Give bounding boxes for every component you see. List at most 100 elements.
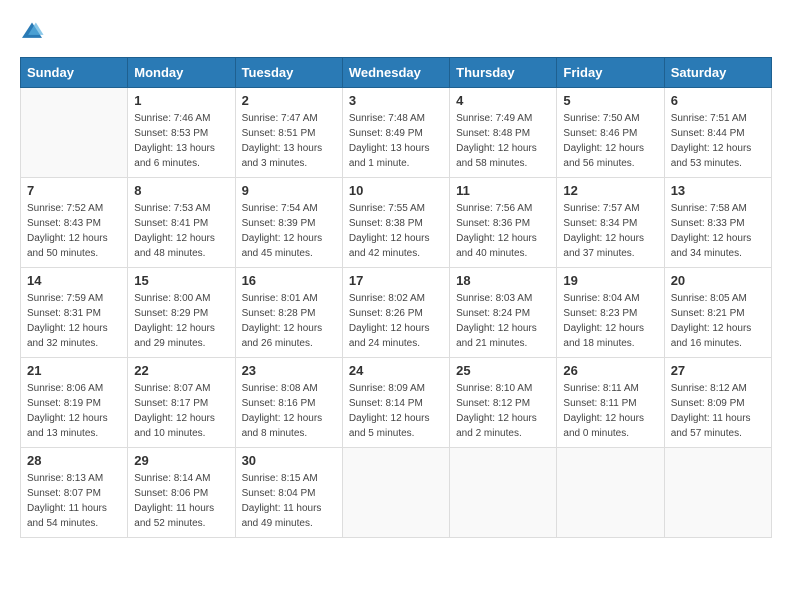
day-info: Sunrise: 7:59 AM Sunset: 8:31 PM Dayligh… bbox=[27, 291, 121, 351]
weekday-header-row: SundayMondayTuesdayWednesdayThursdayFrid… bbox=[21, 58, 772, 88]
day-info: Sunrise: 7:53 AM Sunset: 8:41 PM Dayligh… bbox=[134, 201, 228, 261]
calendar-cell: 23Sunrise: 8:08 AM Sunset: 8:16 PM Dayli… bbox=[235, 358, 342, 448]
calendar-cell: 29 Sunrise: 8:14 AM Sunset: 8:06 PM Dayli… bbox=[128, 448, 235, 538]
day-info: Sunrise: 8:13 AM Sunset: 8:07 PM Dayligh… bbox=[27, 471, 121, 531]
day-number: 17 bbox=[349, 273, 443, 288]
day-info: Sunrise: 8:15 AM Sunset: 8:04 PM Dayligh… bbox=[242, 471, 336, 531]
day-number: 25 bbox=[456, 363, 550, 378]
day-info: Sunrise: 8:02 AM Sunset: 8:26 PM Dayligh… bbox=[349, 291, 443, 351]
calendar-cell: 11 Sunrise: 7:56 AM Sunset: 8:36 PM Dayli… bbox=[450, 178, 557, 268]
calendar-cell: 21 Sunrise: 8:06 AM Sunset: 8:19 PM Dayli… bbox=[21, 358, 128, 448]
day-info: Sunrise: 8:03 AM Sunset: 8:24 PM Dayligh… bbox=[456, 291, 550, 351]
calendar-cell: 24 Sunrise: 8:09 AM Sunset: 8:14 PM Dayli… bbox=[342, 358, 449, 448]
day-info: Sunrise: 7:51 AM Sunset: 8:44 PM Dayligh… bbox=[671, 111, 765, 171]
calendar-cell bbox=[342, 448, 449, 538]
calendar-cell: 17 Sunrise: 8:02 AM Sunset: 8:26 PM Dayli… bbox=[342, 268, 449, 358]
calendar-cell: 25Sunrise: 8:10 AM Sunset: 8:12 PM Dayli… bbox=[450, 358, 557, 448]
calendar-cell: 6 Sunrise: 7:51 AM Sunset: 8:44 PM Daylig… bbox=[664, 88, 771, 178]
day-number: 23 bbox=[242, 363, 336, 378]
weekday-header-wednesday: Wednesday bbox=[342, 58, 449, 88]
day-number: 4 bbox=[456, 93, 550, 108]
day-number: 28 bbox=[27, 453, 121, 468]
day-number: 22 bbox=[134, 363, 228, 378]
day-info: Sunrise: 8:01 AM Sunset: 8:28 PM Dayligh… bbox=[242, 291, 336, 351]
calendar-cell: 14 Sunrise: 7:59 AM Sunset: 8:31 PM Dayli… bbox=[21, 268, 128, 358]
day-info: Sunrise: 7:50 AM Sunset: 8:46 PM Dayligh… bbox=[563, 111, 657, 171]
calendar-week-row: 7 Sunrise: 7:52 AM Sunset: 8:43 PM Daylig… bbox=[21, 178, 772, 268]
calendar-week-row: 1 Sunrise: 7:46 AM Sunset: 8:53 PM Daylig… bbox=[21, 88, 772, 178]
day-number: 5 bbox=[563, 93, 657, 108]
calendar-cell: 8 Sunrise: 7:53 AM Sunset: 8:41 PM Daylig… bbox=[128, 178, 235, 268]
day-number: 30 bbox=[242, 453, 336, 468]
weekday-header-friday: Friday bbox=[557, 58, 664, 88]
calendar-table: SundayMondayTuesdayWednesdayThursdayFrid… bbox=[20, 57, 772, 538]
calendar-cell bbox=[664, 448, 771, 538]
logo-icon bbox=[20, 21, 44, 41]
page-header bbox=[20, 20, 772, 41]
day-info: Sunrise: 8:05 AM Sunset: 8:21 PM Dayligh… bbox=[671, 291, 765, 351]
calendar-cell: 12 Sunrise: 7:57 AM Sunset: 8:34 PM Dayli… bbox=[557, 178, 664, 268]
day-number: 8 bbox=[134, 183, 228, 198]
day-number: 20 bbox=[671, 273, 765, 288]
calendar-cell: 5 Sunrise: 7:50 AM Sunset: 8:46 PM Daylig… bbox=[557, 88, 664, 178]
day-info: Sunrise: 8:00 AM Sunset: 8:29 PM Dayligh… bbox=[134, 291, 228, 351]
day-info: Sunrise: 7:57 AM Sunset: 8:34 PM Dayligh… bbox=[563, 201, 657, 261]
day-number: 15 bbox=[134, 273, 228, 288]
day-number: 29 bbox=[134, 453, 228, 468]
day-info: Sunrise: 7:56 AM Sunset: 8:36 PM Dayligh… bbox=[456, 201, 550, 261]
calendar-week-row: 28 Sunrise: 8:13 AM Sunset: 8:07 PM Dayli… bbox=[21, 448, 772, 538]
day-info: Sunrise: 8:09 AM Sunset: 8:14 PM Dayligh… bbox=[349, 381, 443, 441]
day-number: 13 bbox=[671, 183, 765, 198]
logo bbox=[20, 20, 48, 41]
day-number: 2 bbox=[242, 93, 336, 108]
day-info: Sunrise: 7:46 AM Sunset: 8:53 PM Dayligh… bbox=[134, 111, 228, 171]
day-number: 21 bbox=[27, 363, 121, 378]
calendar-cell bbox=[450, 448, 557, 538]
day-number: 24 bbox=[349, 363, 443, 378]
calendar-cell: 13Sunrise: 7:58 AM Sunset: 8:33 PM Dayli… bbox=[664, 178, 771, 268]
calendar-cell: 20 Sunrise: 8:05 AM Sunset: 8:21 PM Dayli… bbox=[664, 268, 771, 358]
day-number: 26 bbox=[563, 363, 657, 378]
weekday-header-tuesday: Tuesday bbox=[235, 58, 342, 88]
day-info: Sunrise: 8:04 AM Sunset: 8:23 PM Dayligh… bbox=[563, 291, 657, 351]
calendar-week-row: 14 Sunrise: 7:59 AM Sunset: 8:31 PM Dayli… bbox=[21, 268, 772, 358]
day-info: Sunrise: 7:47 AM Sunset: 8:51 PM Dayligh… bbox=[242, 111, 336, 171]
day-info: Sunrise: 7:55 AM Sunset: 8:38 PM Dayligh… bbox=[349, 201, 443, 261]
day-info: Sunrise: 7:54 AM Sunset: 8:39 PM Dayligh… bbox=[242, 201, 336, 261]
calendar-cell bbox=[557, 448, 664, 538]
day-number: 1 bbox=[134, 93, 228, 108]
weekday-header-saturday: Saturday bbox=[664, 58, 771, 88]
day-info: Sunrise: 8:11 AM Sunset: 8:11 PM Dayligh… bbox=[563, 381, 657, 441]
calendar-week-row: 21 Sunrise: 8:06 AM Sunset: 8:19 PM Dayli… bbox=[21, 358, 772, 448]
day-number: 14 bbox=[27, 273, 121, 288]
day-info: Sunrise: 7:52 AM Sunset: 8:43 PM Dayligh… bbox=[27, 201, 121, 261]
day-number: 11 bbox=[456, 183, 550, 198]
calendar-cell: 19 Sunrise: 8:04 AM Sunset: 8:23 PM Dayli… bbox=[557, 268, 664, 358]
calendar-cell: 18 Sunrise: 8:03 AM Sunset: 8:24 PM Dayli… bbox=[450, 268, 557, 358]
day-number: 10 bbox=[349, 183, 443, 198]
calendar-cell: 22 Sunrise: 8:07 AM Sunset: 8:17 PM Dayli… bbox=[128, 358, 235, 448]
day-number: 19 bbox=[563, 273, 657, 288]
calendar-cell: 7 Sunrise: 7:52 AM Sunset: 8:43 PM Daylig… bbox=[21, 178, 128, 268]
day-number: 9 bbox=[242, 183, 336, 198]
day-number: 7 bbox=[27, 183, 121, 198]
day-info: Sunrise: 8:07 AM Sunset: 8:17 PM Dayligh… bbox=[134, 381, 228, 441]
calendar-cell: 3Sunrise: 7:48 AM Sunset: 8:49 PM Daylig… bbox=[342, 88, 449, 178]
day-number: 3 bbox=[349, 93, 443, 108]
calendar-cell: 4Sunrise: 7:49 AM Sunset: 8:48 PM Daylig… bbox=[450, 88, 557, 178]
day-number: 16 bbox=[242, 273, 336, 288]
calendar-cell: 10 Sunrise: 7:55 AM Sunset: 8:38 PM Dayli… bbox=[342, 178, 449, 268]
day-info: Sunrise: 8:06 AM Sunset: 8:19 PM Dayligh… bbox=[27, 381, 121, 441]
calendar-cell bbox=[21, 88, 128, 178]
weekday-header-sunday: Sunday bbox=[21, 58, 128, 88]
day-number: 6 bbox=[671, 93, 765, 108]
weekday-header-monday: Monday bbox=[128, 58, 235, 88]
calendar-cell: 1 Sunrise: 7:46 AM Sunset: 8:53 PM Daylig… bbox=[128, 88, 235, 178]
day-number: 12 bbox=[563, 183, 657, 198]
day-number: 18 bbox=[456, 273, 550, 288]
day-info: Sunrise: 8:12 AM Sunset: 8:09 PM Dayligh… bbox=[671, 381, 765, 441]
day-info: Sunrise: 8:14 AM Sunset: 8:06 PM Dayligh… bbox=[134, 471, 228, 531]
calendar-cell: 28 Sunrise: 8:13 AM Sunset: 8:07 PM Dayli… bbox=[21, 448, 128, 538]
calendar-cell: 27 Sunrise: 8:12 AM Sunset: 8:09 PM Dayli… bbox=[664, 358, 771, 448]
day-number: 27 bbox=[671, 363, 765, 378]
